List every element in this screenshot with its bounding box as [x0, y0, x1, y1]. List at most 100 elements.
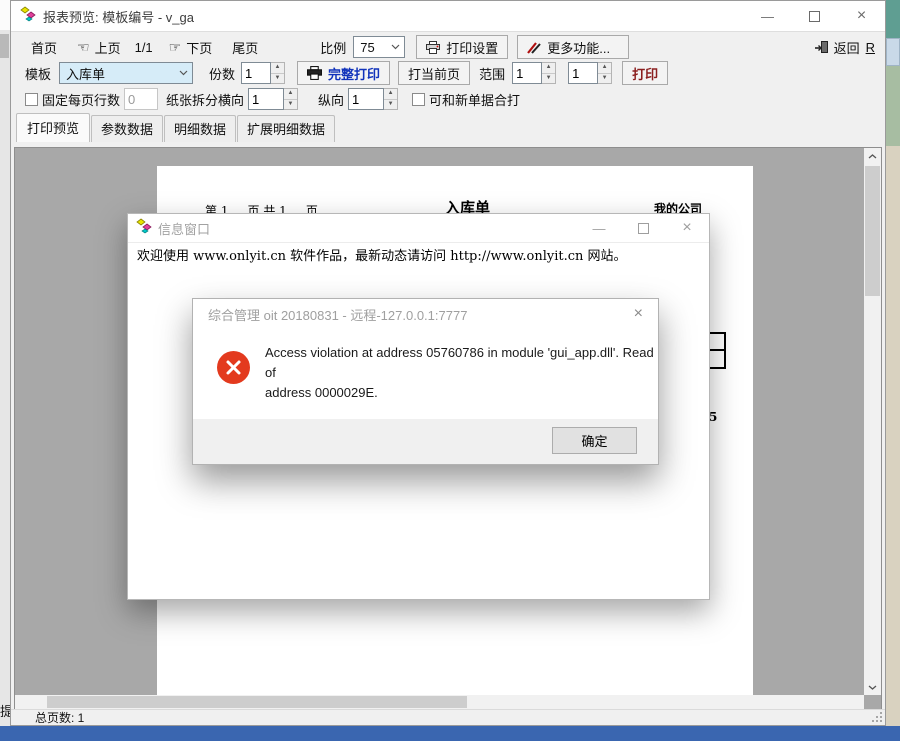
split-vertical-label: 纵向 [318, 90, 344, 109]
print-button[interactable]: 打印 [622, 61, 668, 85]
split-vertical-stepper[interactable]: ▲ ▼ [384, 88, 398, 110]
fixed-rows-checkbox[interactable] [25, 93, 38, 106]
error-icon [217, 351, 250, 384]
horizontal-scroll-thumb[interactable] [47, 696, 467, 708]
scale-combo[interactable]: 75 [353, 36, 405, 58]
fixed-rows-input[interactable] [124, 88, 158, 110]
info-dialog-title: 信息窗口 [158, 219, 210, 238]
error-dialog-footer: 确定 [193, 419, 658, 464]
navigation-toolbar: 首页 ☜ 上页 1/1 ☞ 下页 尾页 比例 75 打印设置 [11, 34, 885, 60]
tab-bar: 打印预览 参数数据 明细数据 扩展明细数据 [11, 117, 885, 142]
minimize-button[interactable]: — [577, 214, 621, 242]
spin-up-icon[interactable]: ▲ [542, 63, 555, 74]
error-dialog-titlebar[interactable]: 综合管理 oit 20180831 - 远程-127.0.0.1:7777 × [193, 299, 658, 329]
status-bar: 总页数: 1 [11, 709, 885, 725]
horizontal-scrollbar[interactable] [15, 695, 864, 709]
spin-up-icon[interactable]: ▲ [284, 89, 297, 100]
copies-input[interactable] [241, 62, 271, 84]
spin-down-icon[interactable]: ▼ [271, 74, 284, 84]
range-from-input[interactable] [512, 62, 542, 84]
close-button[interactable]: × [665, 214, 709, 242]
print-settings-button[interactable]: 打印设置 [416, 35, 508, 59]
total-pages-text: 总页数: 1 [35, 709, 84, 726]
hand-right-icon: ☞ [169, 39, 182, 56]
full-print-button[interactable]: 完整打印 [297, 61, 390, 85]
vertical-scroll-thumb[interactable] [865, 166, 880, 296]
range-to-stepper[interactable]: ▲ ▼ [598, 62, 612, 84]
fixed-rows-label: 固定每页行数 [42, 90, 120, 109]
full-print-label: 完整打印 [328, 64, 380, 83]
first-page-button[interactable]: 首页 [25, 38, 63, 57]
maximize-icon [638, 223, 649, 234]
more-functions-label: 更多功能... [547, 38, 610, 57]
exit-door-icon [815, 40, 829, 54]
chevron-down-icon [179, 70, 188, 76]
background-sliver-block [0, 34, 9, 58]
error-message-line2: address 0000029E. [265, 383, 658, 403]
info-dialog-titlebar[interactable]: 信息窗口 — × [128, 214, 709, 243]
printer-icon [426, 41, 440, 54]
close-button[interactable]: × [838, 1, 885, 31]
tools-icon [527, 41, 541, 54]
print-current-button[interactable]: 打当前页 [398, 61, 470, 85]
spin-up-icon[interactable]: ▲ [271, 63, 284, 74]
tab-detail-data[interactable]: 明细数据 [164, 115, 236, 142]
template-label: 模板 [25, 64, 51, 83]
ok-button[interactable]: 确定 [552, 427, 637, 454]
split-horizontal-label: 纸张拆分横向 [166, 90, 244, 109]
spin-up-icon[interactable]: ▲ [384, 89, 397, 100]
background-text-fragment: 提 [0, 701, 10, 720]
minimize-button[interactable]: — [744, 1, 791, 31]
app-icon [20, 6, 36, 27]
title-bar[interactable]: 报表预览: 模板编号 - v_ga — × [11, 1, 885, 32]
back-button[interactable]: 返回R [809, 38, 881, 57]
chevron-down-icon [391, 44, 400, 50]
template-value: 入库单 [66, 64, 105, 83]
range-to-input[interactable] [568, 62, 598, 84]
scroll-down-icon[interactable] [864, 679, 881, 695]
tab-print-preview[interactable]: 打印预览 [16, 113, 90, 142]
merge-print-checkbox[interactable] [412, 93, 425, 106]
tab-extended-detail-data[interactable]: 扩展明细数据 [237, 115, 335, 142]
prev-page-button[interactable]: ☜ 上页 [71, 38, 127, 57]
copies-label: 份数 [209, 64, 235, 83]
close-icon[interactable]: × [634, 305, 643, 323]
back-label: 返回 [834, 38, 860, 57]
range-from-stepper[interactable]: ▲ ▼ [542, 62, 556, 84]
next-page-button[interactable]: ☞ 下页 [163, 38, 219, 57]
spin-down-icon[interactable]: ▼ [598, 74, 611, 84]
maximize-button[interactable] [621, 214, 665, 242]
resize-grip[interactable] [873, 713, 882, 722]
split-horizontal-stepper[interactable]: ▲ ▼ [284, 88, 298, 110]
template-combo[interactable]: 入库单 [59, 62, 193, 84]
table-text-fragment: 5 [709, 410, 717, 424]
spin-down-icon[interactable]: ▼ [284, 100, 297, 110]
spin-down-icon[interactable]: ▼ [384, 100, 397, 110]
background-window-left-sliver: 提 [0, 0, 10, 726]
next-page-label: 下页 [186, 38, 212, 57]
copies-stepper[interactable]: ▲ ▼ [271, 62, 285, 84]
print-settings-label: 打印设置 [446, 38, 498, 57]
background-window-right-sliver [886, 0, 900, 726]
error-message-line1: Access violation at address 05760786 in … [265, 343, 658, 383]
more-functions-button[interactable]: 更多功能... [517, 35, 629, 59]
spin-down-icon[interactable]: ▼ [542, 74, 555, 84]
error-message: Access violation at address 05760786 in … [265, 343, 658, 403]
prev-page-label: 上页 [95, 38, 121, 57]
maximize-icon [809, 11, 820, 22]
split-horizontal-input[interactable] [248, 88, 284, 110]
maximize-button[interactable] [791, 1, 838, 31]
scale-label: 比例 [320, 38, 346, 57]
split-vertical-input[interactable] [348, 88, 384, 110]
page-indicator: 1/1 [135, 40, 153, 55]
tab-parameter-data[interactable]: 参数数据 [91, 115, 163, 142]
vertical-scrollbar[interactable] [864, 148, 881, 695]
scroll-up-icon[interactable] [864, 148, 881, 164]
welcome-message: 欢迎使用 www.onlyit.cn 软件作品，最新动态请访问 http://w… [137, 245, 627, 264]
scale-value: 75 [360, 40, 374, 55]
last-page-button[interactable]: 尾页 [226, 38, 264, 57]
spin-up-icon[interactable]: ▲ [598, 63, 611, 74]
options-toolbar: 固定每页行数 纸张拆分横向 ▲ ▼ 纵向 ▲ ▼ 可和新单据合打 [11, 86, 885, 112]
error-dialog: 综合管理 oit 20180831 - 远程-127.0.0.1:7777 × … [192, 298, 659, 465]
hand-left-icon: ☜ [77, 39, 90, 56]
